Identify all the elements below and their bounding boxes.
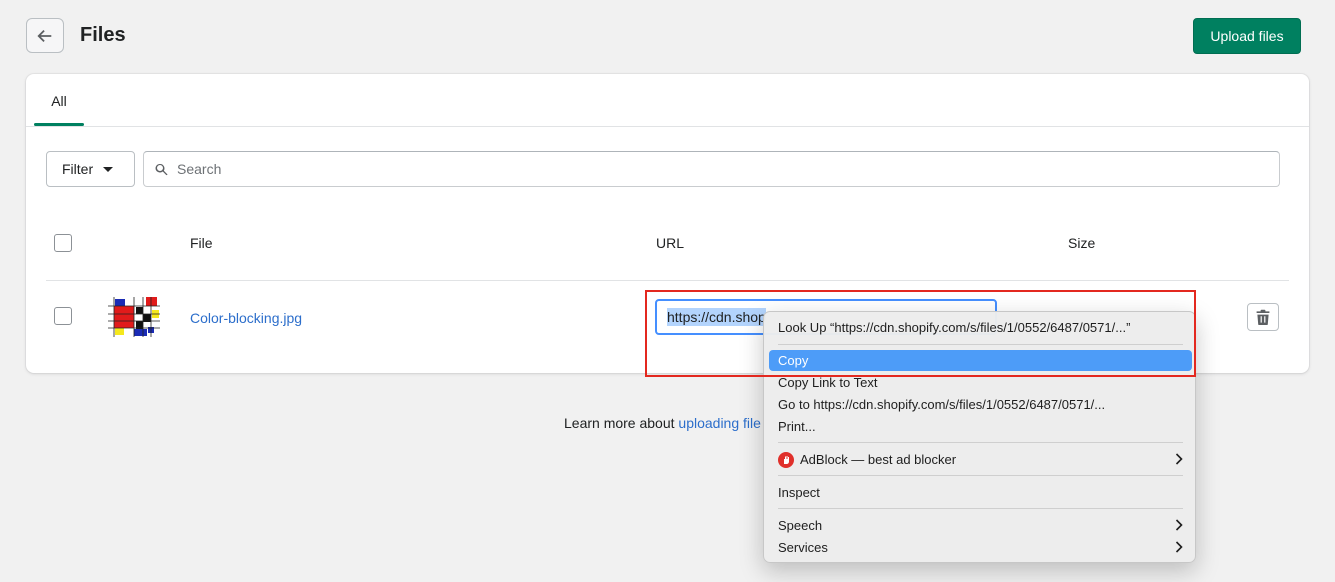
page-title: Files (80, 24, 126, 46)
search-field[interactable] (143, 151, 1280, 187)
menu-item-label: AdBlock — best ad blocker (800, 452, 957, 467)
file-name-link[interactable]: Color-blocking.jpg (190, 310, 302, 326)
back-button[interactable] (26, 18, 64, 53)
column-header-url: URL (656, 235, 685, 251)
filter-label: Filter (62, 161, 94, 177)
search-input[interactable] (177, 161, 1177, 177)
chevron-right-icon (1175, 541, 1183, 553)
menu-item-print[interactable]: Print... (769, 416, 1192, 437)
menu-separator (778, 442, 1183, 443)
url-text-selected: https://cdn.shop (667, 308, 766, 326)
menu-item-look-up[interactable]: Look Up “https://cdn.shopify.com/s/files… (769, 317, 1192, 338)
menu-item-services[interactable]: Services (769, 537, 1192, 558)
file-thumbnail (108, 297, 160, 337)
menu-item-copy-link-to-text[interactable]: Copy Link to Text (769, 372, 1192, 393)
menu-item-label: Speech (778, 518, 823, 533)
upload-files-button[interactable]: Upload files (1193, 18, 1301, 54)
menu-separator (778, 344, 1183, 345)
menu-item-copy[interactable]: Copy (769, 350, 1192, 371)
trash-icon (1256, 309, 1270, 325)
menu-item-adblock[interactable]: AdBlock — best ad blocker (769, 449, 1192, 470)
chevron-right-icon (1175, 519, 1183, 531)
menu-item-label: Go to https://cdn.shopify.com/s/files/1/… (778, 397, 1106, 412)
search-icon (155, 163, 168, 175)
arrow-left-icon (37, 29, 52, 42)
menu-item-label: Copy (778, 353, 809, 368)
menu-item-go-to[interactable]: Go to https://cdn.shopify.com/s/files/1/… (769, 394, 1192, 415)
select-all-checkbox[interactable] (54, 234, 72, 252)
tab-bar: All (26, 74, 1309, 127)
menu-item-speech[interactable]: Speech (769, 515, 1192, 536)
learn-more-text: Learn more about uploading file (564, 415, 761, 431)
tab-all[interactable]: All (34, 74, 84, 127)
menu-item-inspect[interactable]: Inspect (769, 482, 1192, 503)
menu-item-label: Copy Link to Text (778, 375, 878, 390)
menu-item-label: Print... (778, 419, 816, 434)
active-tab-indicator (34, 123, 84, 126)
adblock-hand-icon (778, 451, 794, 468)
filter-button[interactable]: Filter (46, 151, 135, 187)
menu-separator (778, 475, 1183, 476)
context-menu: Look Up “https://cdn.shopify.com/s/files… (763, 311, 1196, 563)
chevron-right-icon (1175, 453, 1183, 465)
delete-file-button[interactable] (1247, 303, 1279, 331)
menu-item-label: Services (778, 540, 828, 555)
learn-more-prefix: Learn more about (564, 415, 679, 431)
column-header-size: Size (1068, 235, 1096, 251)
caret-down-icon (103, 166, 114, 172)
menu-item-label: Look Up “https://cdn.shopify.com/s/files… (778, 320, 1131, 335)
menu-separator (778, 508, 1183, 509)
menu-item-label: Inspect (778, 485, 820, 500)
table-divider (46, 280, 1289, 281)
uploading-files-link[interactable]: uploading file (678, 415, 761, 431)
row-select-checkbox[interactable] (54, 307, 72, 325)
column-header-file: File (190, 235, 213, 251)
